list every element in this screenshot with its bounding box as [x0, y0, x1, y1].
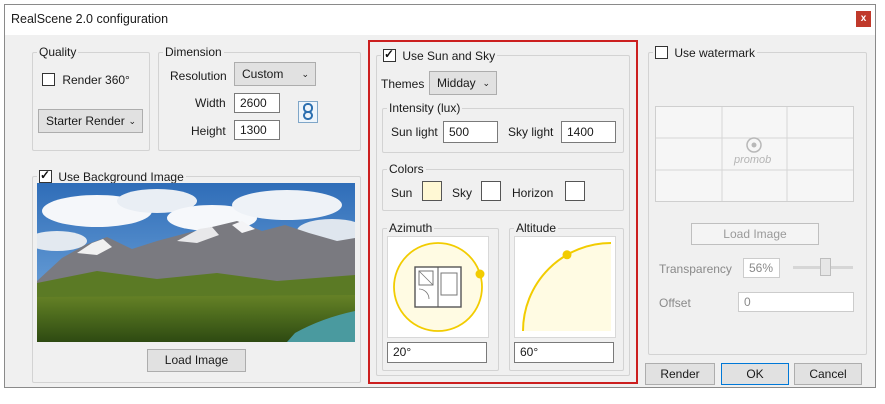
chevron-down-icon: ⌄	[482, 78, 490, 88]
altitude-dial[interactable]	[514, 236, 616, 338]
azimuth-input[interactable]: 20°	[387, 342, 487, 363]
height-label: Height	[191, 124, 226, 138]
render-360-box[interactable]	[42, 73, 55, 87]
colors-group: Colors	[382, 162, 624, 211]
cancel-button[interactable]: Cancel	[794, 363, 862, 385]
horizon-color-label: Horizon	[512, 186, 554, 200]
altitude-legend: Altitude	[516, 221, 557, 235]
dimension-legend: Dimension	[165, 45, 222, 59]
config-dialog: RealScene 2.0 configuration x Quality Re…	[4, 4, 876, 388]
transparency-slider-thumb[interactable]	[820, 258, 831, 276]
load-watermark-button[interactable]: Load Image	[691, 223, 819, 245]
render-360-checkbox[interactable]: Render 360°	[42, 72, 130, 87]
quality-legend: Quality	[39, 45, 77, 59]
window-title: RealScene 2.0 configuration	[11, 12, 169, 26]
chevron-down-icon: ⌄	[128, 116, 136, 126]
colors-legend: Colors	[389, 162, 424, 176]
use-sun-sky-checkbox[interactable]	[383, 47, 396, 63]
height-input[interactable]: 1300	[234, 120, 280, 140]
sky-light-label: Sky light	[508, 125, 554, 139]
sky-light-input[interactable]: 1400	[561, 121, 616, 143]
use-background-label: Use Background Image	[58, 169, 184, 184]
sun-light-label: Sun light	[391, 125, 438, 139]
render-360-label: Render 360°	[62, 72, 130, 87]
aspect-lock-icon[interactable]	[298, 101, 318, 123]
themes-label: Themes	[381, 77, 425, 91]
background-preview-image	[37, 183, 355, 342]
intensity-legend: Intensity (lux)	[389, 101, 461, 115]
sun-sky-legend[interactable]: Use Sun and Sky	[381, 47, 497, 63]
horizon-color-swatch[interactable]	[565, 181, 585, 201]
themes-value: Midday	[437, 76, 476, 90]
close-button[interactable]: x	[856, 11, 871, 27]
themes-select[interactable]: Midday ⌄	[429, 71, 497, 95]
width-label: Width	[195, 96, 226, 110]
watermark-logo-text: promob	[734, 154, 772, 166]
sky-color-label: Sky	[452, 186, 473, 200]
use-sun-sky-label: Use Sun and Sky	[402, 48, 496, 63]
width-input[interactable]: 2600	[234, 93, 280, 113]
sky-color-swatch[interactable]	[481, 181, 501, 201]
transparency-label: Transparency	[659, 262, 732, 276]
use-background-checkbox[interactable]	[39, 168, 52, 184]
watermark-legend[interactable]: Use watermark	[653, 45, 757, 60]
use-watermark-label: Use watermark	[674, 45, 756, 60]
sun-color-swatch[interactable]	[422, 181, 442, 201]
watermark-preview: promob	[655, 106, 854, 202]
use-watermark-checkbox[interactable]	[655, 46, 668, 60]
title-bar: RealScene 2.0 configuration x	[5, 5, 875, 35]
ok-button[interactable]: OK	[721, 363, 789, 385]
load-background-button[interactable]: Load Image	[147, 349, 246, 372]
azimuth-dial[interactable]	[387, 236, 489, 338]
transparency-input[interactable]: 56%	[743, 258, 780, 278]
render-button[interactable]: Render	[645, 363, 715, 385]
sun-color-label: Sun	[391, 186, 413, 200]
sun-light-input[interactable]: 500	[443, 121, 498, 143]
resolution-label: Resolution	[170, 69, 227, 83]
quality-group: Quality	[32, 45, 150, 151]
resolution-select[interactable]: Custom ⌄	[234, 62, 316, 86]
chevron-down-icon: ⌄	[301, 69, 309, 79]
offset-input[interactable]: 0	[738, 292, 854, 312]
resolution-value: Custom	[242, 67, 284, 81]
offset-label: Offset	[659, 296, 691, 310]
azimuth-legend: Azimuth	[389, 221, 433, 235]
background-legend[interactable]: Use Background Image	[37, 168, 186, 184]
altitude-input[interactable]: 60°	[514, 342, 614, 363]
quality-preset-select[interactable]: Starter Render ⌄	[38, 109, 143, 133]
quality-preset-value: Starter Render	[46, 114, 125, 128]
